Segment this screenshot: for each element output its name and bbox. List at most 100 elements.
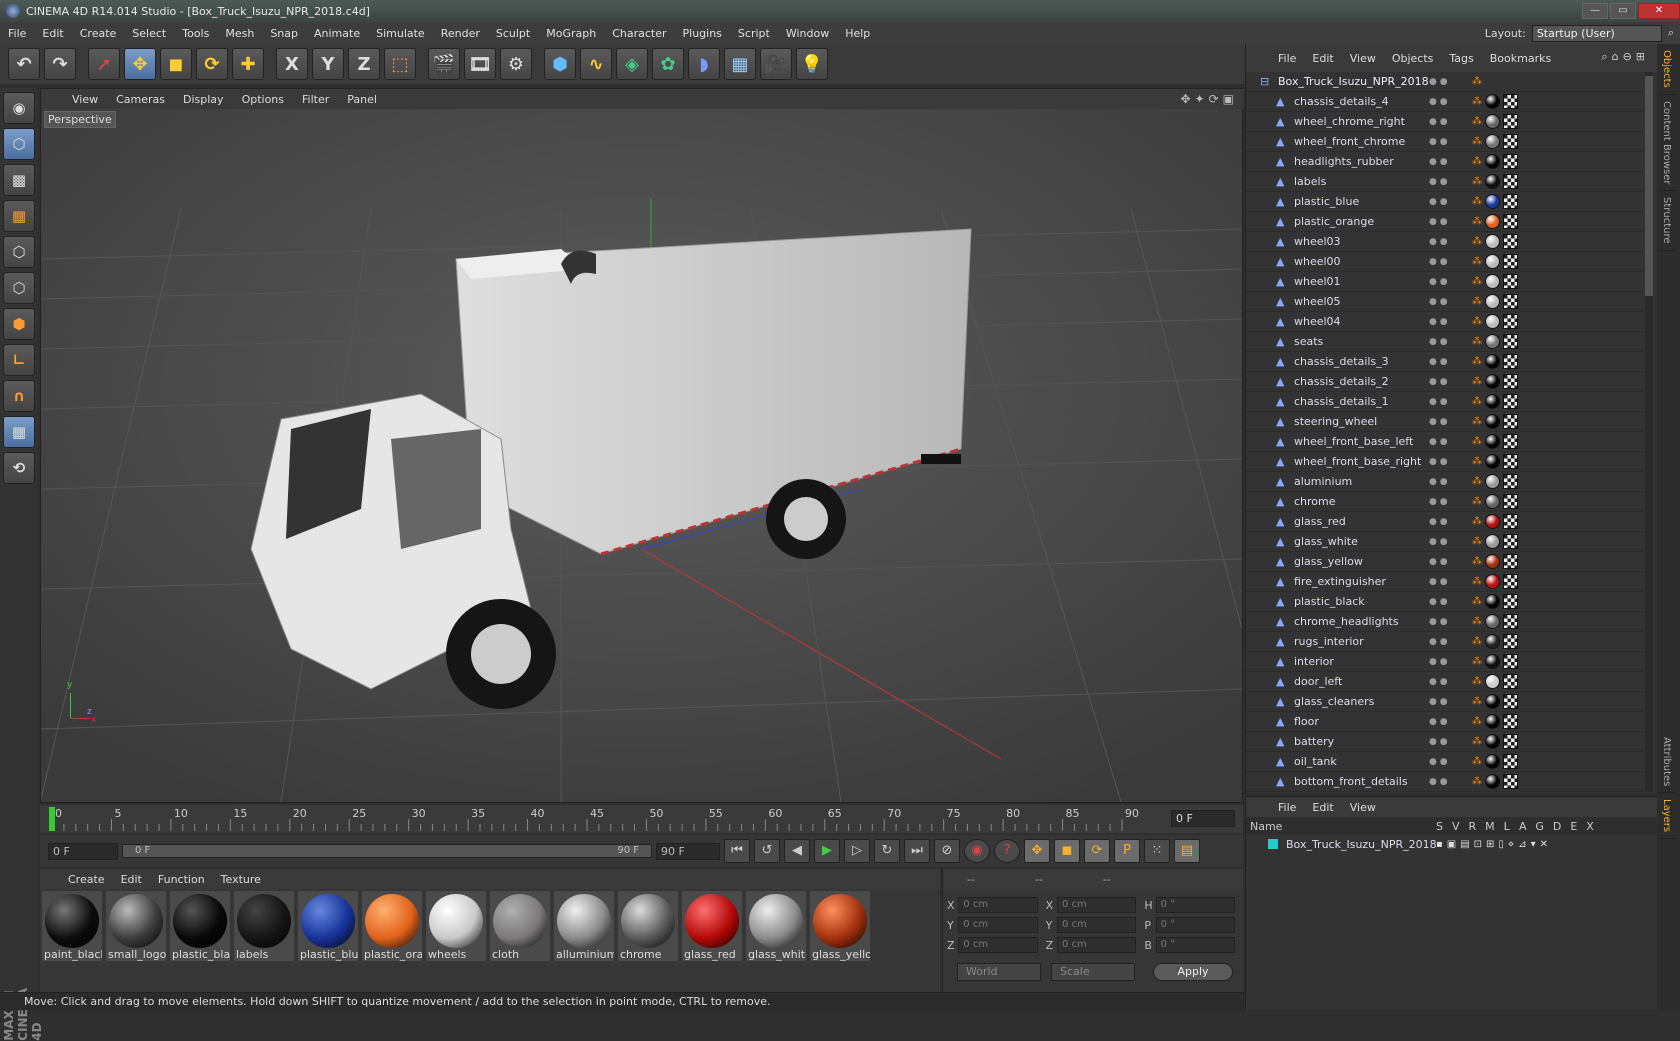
uvw-tag-icon[interactable] bbox=[1503, 414, 1518, 429]
visibility-dots[interactable]: ● ● bbox=[1429, 657, 1448, 667]
visibility-dots[interactable]: ● ● bbox=[1429, 377, 1448, 387]
uvw-tag-icon[interactable] bbox=[1503, 494, 1518, 509]
uvw-tag-icon[interactable] bbox=[1503, 214, 1518, 229]
keyframe-selection-icon[interactable]: ? bbox=[994, 839, 1020, 863]
rotate-tool-icon[interactable]: ⟳ bbox=[196, 48, 228, 80]
next-frame-icon[interactable]: ▷ bbox=[844, 839, 870, 863]
visibility-dots[interactable]: ● ● bbox=[1429, 97, 1448, 107]
material-tag-icon[interactable] bbox=[1485, 314, 1500, 329]
uvw-tag-icon[interactable] bbox=[1503, 474, 1518, 489]
menu-simulate[interactable]: Simulate bbox=[368, 27, 433, 40]
visibility-dots[interactable]: ● ● bbox=[1429, 117, 1448, 127]
live-selection-icon[interactable]: ➚ bbox=[88, 48, 120, 80]
timeline-ruler[interactable]: 0 5 10 15 20 25 30 35 40 45 50 55 60 65 70 75 80 85 90 0 F bbox=[40, 805, 1243, 833]
material-tag-icon[interactable] bbox=[1485, 654, 1500, 669]
rotation-p-field[interactable]: 0 ° bbox=[1155, 917, 1235, 933]
object-row[interactable]: ▲ fire_extinguisher ● ● ⁂ bbox=[1246, 572, 1646, 592]
material-tag-icon[interactable] bbox=[1485, 454, 1500, 469]
camera-icon[interactable]: 🎥 bbox=[760, 48, 792, 80]
position-x-field[interactable]: 0 cm bbox=[958, 897, 1038, 913]
visibility-dots[interactable]: ● ● bbox=[1429, 337, 1448, 347]
viewport-menu-filter[interactable]: Filter bbox=[293, 93, 338, 106]
deformer-icon[interactable]: ◗ bbox=[688, 48, 720, 80]
rotation-h-field[interactable]: 0 ° bbox=[1155, 897, 1235, 913]
scale-key-icon[interactable]: ◼ bbox=[1054, 839, 1080, 863]
render-picture-viewer-icon[interactable]: 🎞 bbox=[464, 48, 496, 80]
material-tag-icon[interactable] bbox=[1485, 394, 1500, 409]
object-menu-objects[interactable]: Objects bbox=[1384, 52, 1442, 65]
visibility-dots[interactable]: ● ● bbox=[1429, 677, 1448, 687]
object-row[interactable]: ▲ rugs_interior ● ● ⁂ bbox=[1246, 632, 1646, 652]
menu-help[interactable]: Help bbox=[837, 27, 878, 40]
position-z-field[interactable]: 0 cm bbox=[958, 937, 1038, 953]
viewport-menu-display[interactable]: Display bbox=[174, 93, 233, 106]
material-tag-icon[interactable] bbox=[1485, 514, 1500, 529]
object-scroll-thumb[interactable] bbox=[1645, 76, 1653, 296]
floor-environment-icon[interactable]: ▦ bbox=[724, 48, 756, 80]
material-menu-edit[interactable]: Edit bbox=[113, 873, 150, 886]
visibility-dots[interactable]: ● ● bbox=[1429, 277, 1448, 287]
minimize-button[interactable]: — bbox=[1582, 3, 1608, 19]
maximize-button[interactable]: ▭ bbox=[1610, 3, 1636, 19]
object-root-row[interactable]: ⊟ Box_Truck_Isuzu_NPR_2018 ● ● ⁂ bbox=[1246, 72, 1646, 92]
object-row[interactable]: ▲ steering_wheel ● ● ⁂ bbox=[1246, 412, 1646, 432]
undo-icon[interactable]: ↶ bbox=[8, 48, 40, 80]
uvw-tag-icon[interactable] bbox=[1503, 94, 1518, 109]
uvw-tag-icon[interactable] bbox=[1503, 654, 1518, 669]
visibility-dots[interactable]: ● ● bbox=[1429, 777, 1448, 787]
object-row[interactable]: ▲ interior ● ● ⁂ bbox=[1246, 652, 1646, 672]
redo-icon[interactable]: ↷ bbox=[44, 48, 76, 80]
tab-objects[interactable]: Objects bbox=[1657, 44, 1676, 95]
uvw-tag-icon[interactable] bbox=[1503, 534, 1518, 549]
rotation-b-field[interactable]: 0 ° bbox=[1155, 937, 1235, 953]
material-tag-icon[interactable] bbox=[1485, 334, 1500, 349]
menu-render[interactable]: Render bbox=[433, 27, 488, 40]
material-tag-icon[interactable] bbox=[1485, 154, 1500, 169]
coordinate-system-icon[interactable]: ⬚ bbox=[384, 48, 416, 80]
object-row[interactable]: ▲ glass_yellow ● ● ⁂ bbox=[1246, 552, 1646, 572]
visibility-dots[interactable]: ● ● bbox=[1429, 577, 1448, 587]
material-swatch[interactable]: glass_white bbox=[746, 891, 806, 961]
x-axis-lock-button[interactable]: X bbox=[276, 48, 308, 80]
object-menu-bookmarks[interactable]: Bookmarks bbox=[1482, 52, 1559, 65]
material-tag-icon[interactable] bbox=[1485, 234, 1500, 249]
visibility-dots[interactable]: ● ● bbox=[1429, 137, 1448, 147]
object-row[interactable]: ▲ floor ● ● ⁂ bbox=[1246, 712, 1646, 732]
uvw-tag-icon[interactable] bbox=[1503, 614, 1518, 629]
tab-layers[interactable]: Layers bbox=[1657, 793, 1676, 840]
uvw-tag-icon[interactable] bbox=[1503, 734, 1518, 749]
object-row[interactable]: ▲ labels ● ● ⁂ bbox=[1246, 172, 1646, 192]
object-row[interactable]: ▲ plastic_blue ● ● ⁂ bbox=[1246, 192, 1646, 212]
object-row[interactable]: ▲ chassis_details_3 ● ● ⁂ bbox=[1246, 352, 1646, 372]
menu-tools[interactable]: Tools bbox=[174, 27, 217, 40]
material-swatch[interactable]: cloth bbox=[490, 891, 550, 961]
position-y-field[interactable]: 0 cm bbox=[958, 917, 1038, 933]
record-active-objects-icon[interactable]: ⊘ bbox=[934, 839, 960, 863]
start-frame-field[interactable]: 0 F bbox=[48, 842, 118, 860]
array-icon[interactable]: ✿ bbox=[652, 48, 684, 80]
visibility-dots[interactable]: ● ● bbox=[1429, 617, 1448, 627]
edges-mode-icon[interactable]: ⬡ bbox=[3, 272, 35, 304]
material-menu-create[interactable]: Create bbox=[60, 873, 113, 886]
uvw-tag-icon[interactable] bbox=[1503, 134, 1518, 149]
object-row[interactable]: ▲ chassis_details_2 ● ● ⁂ bbox=[1246, 372, 1646, 392]
playhead[interactable] bbox=[49, 807, 55, 831]
nurbs-icon[interactable]: ◈ bbox=[616, 48, 648, 80]
material-tag-icon[interactable] bbox=[1485, 414, 1500, 429]
object-menu-file[interactable]: File bbox=[1270, 52, 1304, 65]
previous-frame-icon[interactable]: ◀ bbox=[784, 839, 810, 863]
menu-select[interactable]: Select bbox=[124, 27, 174, 40]
make-editable-icon[interactable]: ◉ bbox=[3, 92, 35, 124]
visibility-dots[interactable]: ● ● bbox=[1429, 597, 1448, 607]
object-row[interactable]: ▲ chrome ● ● ⁂ bbox=[1246, 492, 1646, 512]
size-y-field[interactable]: 0 cm bbox=[1056, 917, 1137, 933]
material-swatch[interactable]: alluminium bbox=[554, 891, 614, 961]
soft-selection-icon[interactable]: ⟲ bbox=[3, 452, 35, 484]
uvw-tag-icon[interactable] bbox=[1503, 254, 1518, 269]
object-row[interactable]: ▲ wheel_front_base_left ● ● ⁂ bbox=[1246, 432, 1646, 452]
object-row[interactable]: ▲ plastic_orange ● ● ⁂ bbox=[1246, 212, 1646, 232]
last-tool-icon[interactable]: ✚ bbox=[232, 48, 264, 80]
material-tag-icon[interactable] bbox=[1485, 614, 1500, 629]
menu-animate[interactable]: Animate bbox=[306, 27, 368, 40]
viewport-menu-cameras[interactable]: Cameras bbox=[107, 93, 174, 106]
